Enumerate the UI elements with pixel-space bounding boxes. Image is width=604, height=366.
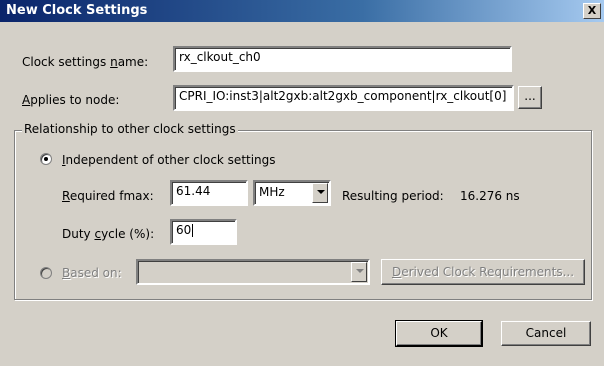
clock-name-label: Clock settings name: (22, 55, 149, 69)
ok-button[interactable]: OK (395, 320, 483, 347)
new-clock-settings-dialog: New Clock Settings X Clock settings name… (0, 0, 604, 366)
duty-cycle-input[interactable]: 60 (170, 219, 237, 245)
browse-node-button[interactable]: ... (518, 86, 542, 109)
fmax-input[interactable]: 61.44 (170, 180, 248, 206)
based-on-radio[interactable] (40, 267, 52, 279)
required-fmax-label: Required fmax: (62, 189, 154, 203)
applies-to-node-input[interactable]: CPRI_IO:inst3|alt2gxb:alt2gxb_component|… (173, 85, 514, 111)
independent-radio[interactable] (40, 153, 52, 165)
chevron-down-icon[interactable] (312, 183, 328, 203)
title-bar[interactable]: New Clock Settings X (0, 0, 604, 22)
cancel-button[interactable]: Cancel (501, 321, 591, 346)
based-on-select[interactable] (136, 259, 370, 285)
duty-cycle-label: Duty cycle (%): (62, 227, 155, 241)
text-caret (192, 224, 194, 237)
fmax-unit-select[interactable]: MHz (253, 180, 331, 206)
based-on-label: Based on: (62, 266, 122, 280)
relationship-group-legend: Relationship to other clock settings (22, 122, 238, 136)
close-button[interactable]: X (583, 3, 601, 19)
close-icon: X (587, 4, 597, 17)
resulting-period-value: 16.276 ns (460, 189, 520, 203)
clock-name-input[interactable]: rx_clkout_ch0 (173, 46, 512, 72)
resulting-period-label: Resulting period: (342, 189, 444, 203)
independent-label[interactable]: Independent of other clock settings (62, 153, 276, 167)
dialog-title: New Clock Settings (6, 3, 148, 18)
derived-clock-requirements-button[interactable]: Derived Clock Requirements... (381, 259, 585, 285)
chevron-down-icon[interactable] (351, 262, 367, 282)
applies-to-node-label: Applies to node: (22, 93, 120, 107)
